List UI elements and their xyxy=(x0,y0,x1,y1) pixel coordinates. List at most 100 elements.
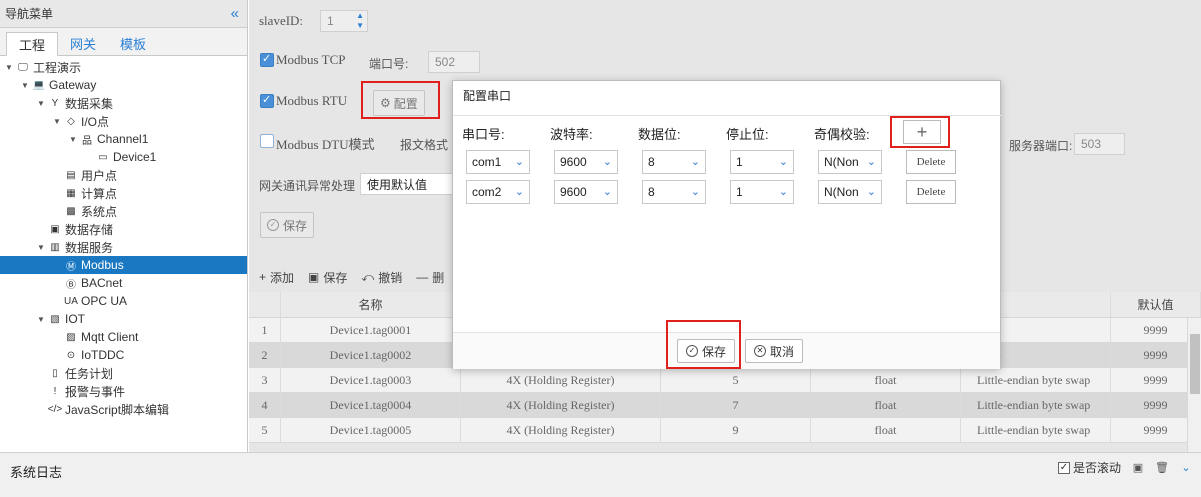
autoscroll-toggle[interactable]: ✓ 是否滚动 xyxy=(1057,459,1121,476)
modbus-rtu-checkbox[interactable] xyxy=(260,93,274,108)
network-icon: 品 xyxy=(82,135,92,147)
delete-button[interactable]: — 删 xyxy=(416,269,444,286)
stop-bits-select[interactable]: 1 ⌄ xyxy=(730,180,794,204)
expand-arrow-icon[interactable]: ▼ xyxy=(52,117,62,126)
tree-node[interactable]: ▼ ◇ I/O点 xyxy=(0,112,247,130)
config-button[interactable]: ⚙ 配置 xyxy=(373,90,425,116)
table-cell: Little-endian byte swap xyxy=(961,393,1111,417)
expand-arrow-icon[interactable]: ▼ xyxy=(20,81,30,90)
calc-icon: ▦ xyxy=(66,187,76,199)
baud-select[interactable]: 9600 ⌄ xyxy=(554,180,618,204)
tree-node[interactable]: ▼ 品 Channel1 xyxy=(0,130,247,148)
trash-icon[interactable]: 🗑 xyxy=(1155,461,1169,475)
grid-header-cell[interactable] xyxy=(249,292,281,317)
parity-select[interactable]: N(Non ⌄ xyxy=(818,180,882,204)
tree-node[interactable]: ▣ 数据存储 xyxy=(0,220,247,238)
check-circle-icon: ✓ xyxy=(686,345,698,357)
collapse-sidebar-icon[interactable]: « xyxy=(231,5,239,22)
expand-arrow-icon[interactable]: ▼ xyxy=(36,243,46,252)
table-row[interactable]: 3 Device1.tag0003 4X (Holding Register) 5 fl… xyxy=(249,368,1201,393)
form-save-button[interactable]: ✓ 保存 xyxy=(260,212,315,238)
tab-project[interactable]: 工程 xyxy=(6,32,59,56)
tree-node-label: 报警与事件 xyxy=(65,384,126,399)
table-cell: Device1.tag0001 xyxy=(281,318,461,342)
tree-node[interactable]: ▩ 系统点 xyxy=(0,202,247,220)
save-button[interactable]: ▣ 保存 xyxy=(308,269,347,286)
modbus-dtu-checkbox[interactable] xyxy=(260,134,274,148)
port-input[interactable]: 502 xyxy=(428,51,480,73)
dialog-save-button[interactable]: ✓ 保存 xyxy=(677,339,736,363)
tree-node-label: Gateway xyxy=(49,78,97,92)
tree-node[interactable]: ▼ 🖵 工程演示 xyxy=(0,58,247,76)
header-parity: 奇偶校验: xyxy=(814,127,870,142)
table-cell: 5 xyxy=(249,418,281,442)
undo-icon: ⤺ xyxy=(361,269,375,284)
tree-node[interactable]: ! 报警与事件 xyxy=(0,382,247,400)
port-select[interactable]: com2 ⌄ xyxy=(466,180,530,204)
tree-node[interactable]: ▨ Mqtt Client xyxy=(0,328,247,346)
tree-node[interactable]: ▯ 任务计划 xyxy=(0,364,247,382)
tree-node[interactable]: ▼ ▥ 数据服务 xyxy=(0,238,247,256)
tree-node[interactable]: ▭ Device1 xyxy=(0,148,247,166)
add-port-button[interactable]: + xyxy=(903,120,941,144)
expand-arrow-icon[interactable]: ▼ xyxy=(68,135,78,144)
table-row[interactable]: 4 Device1.tag0004 4X (Holding Register) 7 fl… xyxy=(249,393,1201,418)
expand-down-icon[interactable]: ⌄ xyxy=(1179,461,1193,475)
table-row[interactable]: 5 Device1.tag0005 4X (Holding Register) 9 fl… xyxy=(249,418,1201,443)
tab-gateway[interactable]: 网关 xyxy=(58,31,108,55)
tree-node-label: 数据采集 xyxy=(65,96,114,111)
minus-icon: — xyxy=(416,270,429,284)
tab-template[interactable]: 模板 xyxy=(108,31,158,55)
stop-bits-select[interactable]: 1 ⌄ xyxy=(730,150,794,174)
tree-node-label: BACnet xyxy=(81,276,123,290)
table-cell: 4X (Holding Register) xyxy=(461,368,661,392)
port-select[interactable]: com1 ⌄ xyxy=(466,150,530,174)
spinner-icon[interactable]: ▲ ▼ xyxy=(356,11,364,31)
expand-arrow-icon[interactable]: ▼ xyxy=(36,315,46,324)
grid-scrollbar[interactable] xyxy=(1187,318,1201,452)
table-cell: 7 xyxy=(661,393,811,417)
exception-select[interactable]: 使用默认值 xyxy=(360,173,456,195)
tree-node[interactable]: ▼ Y 数据采集 xyxy=(0,94,247,112)
expand-arrow-icon[interactable]: ▼ xyxy=(4,63,14,72)
doc-icon: ▯ xyxy=(52,367,58,379)
tree-node[interactable]: ▼ 💻 Gateway xyxy=(0,76,247,94)
baud-select[interactable]: 9600 ⌄ xyxy=(554,150,618,174)
grid-header-cell[interactable]: 名称 xyxy=(281,292,461,317)
status-actions: ✓ 是否滚动 ▣ 🗑 ⌄ xyxy=(1057,459,1193,476)
tree-node[interactable]: Ⓑ BACnet xyxy=(0,274,247,292)
delete-port-button[interactable]: Delete xyxy=(906,150,956,174)
modbus-dtu-label: Modbus DTU模式 xyxy=(276,137,375,152)
add-button[interactable]: + 添加 xyxy=(259,269,294,286)
save-log-icon[interactable]: ▣ xyxy=(1131,461,1145,475)
undo-button[interactable]: ⤺ 撤销 xyxy=(361,269,402,286)
grid-header-cell[interactable]: 默认值 xyxy=(1111,292,1201,317)
delete-port-button[interactable]: Delete xyxy=(906,180,956,204)
server-port-value: 503 xyxy=(1081,137,1102,151)
slave-id-input[interactable]: 1 ▲ ▼ xyxy=(320,10,368,32)
tree-node[interactable]: Ⓜ Modbus xyxy=(0,256,247,274)
tree-node[interactable]: UA OPC UA xyxy=(0,292,247,310)
table-cell: float xyxy=(811,393,961,417)
parity-select[interactable]: N(Non ⌄ xyxy=(818,150,882,174)
table-cell: 4X (Holding Register) xyxy=(461,393,661,417)
data-bits-select[interactable]: 8 ⌄ xyxy=(642,180,706,204)
autoscroll-checkbox[interactable]: ✓ xyxy=(1057,461,1070,474)
sidebar-tabs: 工程 网关 模板 xyxy=(0,28,247,56)
laptop-icon: 💻 xyxy=(32,79,46,91)
tree-node[interactable]: ⊙ IoTDDC xyxy=(0,346,247,364)
data-bits-select[interactable]: 8 ⌄ xyxy=(642,150,706,174)
scroll-thumb[interactable] xyxy=(1190,334,1200,394)
tree-node[interactable]: ▤ 用户点 xyxy=(0,166,247,184)
tree-node[interactable]: </> JavaScript脚本编辑 xyxy=(0,400,247,418)
expand-arrow-icon[interactable]: ▼ xyxy=(36,99,46,108)
dialog-cancel-button[interactable]: ✕ 取消 xyxy=(745,339,804,363)
navigation-tree: ▼ 🖵 工程演示 ▼ 💻 Gateway ▼ Y 数据采集 ▼ ◇ I/O点 ▼ 品 Channel1 ▭ De… xyxy=(0,56,247,418)
modbus-tcp-checkbox[interactable] xyxy=(260,52,274,67)
server-port-input[interactable]: 503 xyxy=(1074,133,1125,155)
tree-node[interactable]: ▼ ▧ IOT xyxy=(0,310,247,328)
serial-config-dialog: 配置串口 串口号: 波特率: 数据位: 停止位: 奇偶校验: + com1 ⌄ 96… xyxy=(452,80,1002,369)
code-icon: </> xyxy=(47,403,63,415)
tree-node-label: 数据存储 xyxy=(65,222,114,237)
tree-node[interactable]: ▦ 计算点 xyxy=(0,184,247,202)
